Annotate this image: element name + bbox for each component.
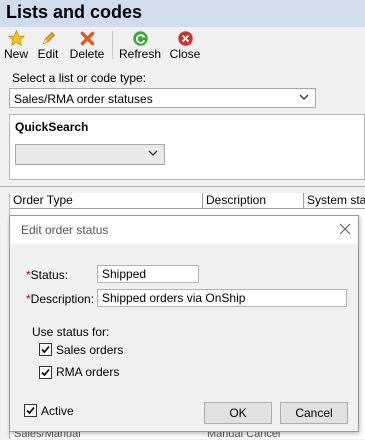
use-status-for-label: Use status for:	[32, 325, 110, 339]
dialog-title: Edit order status	[21, 223, 109, 237]
column-header-order-type[interactable]: Order Type	[10, 193, 203, 209]
refresh-icon	[132, 31, 148, 46]
rma-orders-label: RMA orders	[56, 365, 120, 379]
delete-label: Delete	[69, 47, 105, 61]
dialog-titlebar: Edit order status	[10, 216, 358, 244]
pencil-icon	[42, 31, 55, 45]
window-titlebar: Lists and codes	[0, 0, 365, 27]
x-icon	[80, 31, 94, 46]
checkmark-icon	[26, 406, 35, 415]
list-type-value: Sales/RMA order statuses	[14, 92, 153, 106]
active-label: Active	[41, 404, 74, 418]
column-header-system-status[interactable]: System status	[304, 193, 365, 209]
status-label: *Status:	[26, 268, 69, 282]
toolbar-separator	[112, 31, 113, 59]
list-type-dropdown[interactable]: Sales/RMA order statuses	[9, 88, 316, 108]
sales-orders-checkbox[interactable]	[39, 343, 52, 356]
new-label: New	[3, 47, 28, 61]
status-field[interactable]: Shipped	[97, 265, 199, 283]
edit-label: Edit	[37, 47, 59, 61]
sales-orders-label: Sales orders	[56, 343, 124, 357]
close-icon[interactable]	[338, 222, 352, 236]
edit-button[interactable]: Edit	[34, 27, 62, 63]
close-circle-icon	[177, 31, 193, 46]
checkmark-icon	[41, 368, 50, 377]
checkmark-icon	[41, 345, 50, 354]
window-title: Lists and codes	[6, 2, 143, 22]
refresh-label: Refresh	[118, 47, 162, 61]
description-label: *Description:	[26, 292, 95, 306]
active-checkbox[interactable]	[24, 404, 37, 417]
ok-button[interactable]: OK	[204, 402, 272, 424]
close-button[interactable]: Close	[167, 27, 203, 63]
column-header-description[interactable]: Description	[203, 193, 304, 209]
refresh-button[interactable]: Refresh	[117, 27, 163, 63]
list-type-label: Select a list or code type:	[12, 71, 147, 85]
status-label-text: Status:	[30, 268, 69, 282]
cancel-button[interactable]: Cancel	[280, 402, 348, 424]
splitter[interactable]	[0, 186, 365, 187]
new-button[interactable]: New	[3, 27, 29, 63]
chevron-down-icon	[299, 94, 309, 100]
rma-orders-checkbox[interactable]	[39, 366, 52, 379]
toolbar: New Edit Delete Refresh Close	[0, 27, 365, 63]
edit-order-status-dialog: Edit order status *Status: Shipped *Desc…	[9, 215, 359, 432]
chevron-down-icon	[148, 150, 158, 156]
close-label: Close	[169, 47, 201, 61]
quicksearch-dropdown[interactable]	[15, 144, 165, 165]
quicksearch-panel: QuickSearch	[9, 114, 365, 180]
delete-button[interactable]: Delete	[67, 27, 107, 63]
description-field[interactable]: Shipped orders via OnShip	[97, 289, 347, 307]
description-label-text: Description:	[30, 292, 95, 306]
quicksearch-label: QuickSearch	[15, 120, 89, 134]
star-icon	[7, 30, 25, 47]
